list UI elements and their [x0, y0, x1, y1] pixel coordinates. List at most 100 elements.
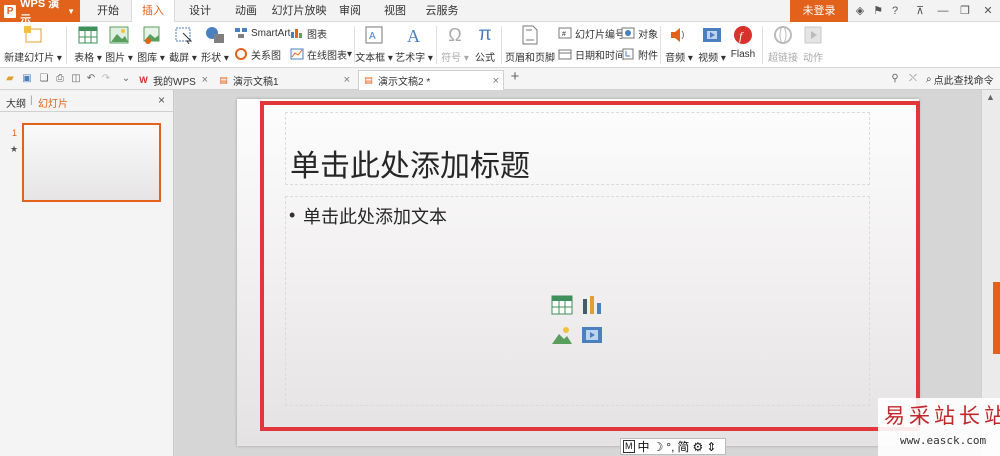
hide-icon[interactable]: ⤬	[906, 72, 920, 86]
attachment-label: 附件	[638, 50, 658, 62]
new-slide-icon	[22, 24, 44, 46]
app-menu-button[interactable]: P WPS 演示 ▼	[0, 0, 80, 26]
minimize-icon[interactable]: —	[935, 3, 951, 19]
doc-tab-mywps[interactable]: W 我的WPS ×	[134, 70, 212, 90]
minimize-ribbon-icon[interactable]: ⊼	[912, 3, 928, 19]
insert-video-icon[interactable]	[581, 325, 603, 345]
feedback-icon[interactable]: ⚑	[870, 3, 886, 19]
image-icon	[108, 24, 130, 46]
input-method-bar[interactable]: M 中 ☽ °, 简 ⚙ ⇕	[620, 438, 726, 455]
video-button[interactable]: 视频 ▾	[697, 24, 727, 66]
tab-insert[interactable]: 插入	[131, 0, 175, 23]
action-button[interactable]: 动作	[800, 24, 826, 66]
close-tab-icon[interactable]: ×	[344, 74, 350, 86]
login-button[interactable]: 未登录	[790, 0, 848, 22]
ime-more-icon[interactable]: ⇕	[706, 440, 716, 454]
new-tab-icon[interactable]: +	[508, 69, 522, 84]
shape-icon	[204, 24, 226, 46]
save-icon[interactable]: ▣	[20, 72, 34, 86]
film-icon	[701, 24, 723, 46]
ime-halfwidth[interactable]: ☽	[653, 440, 664, 454]
relation-button[interactable]: 关系图	[234, 46, 281, 62]
object-button[interactable]: 对象	[621, 25, 658, 41]
print-icon[interactable]: ⎙	[53, 72, 67, 86]
customize-toolbar-icon[interactable]: ⌄	[119, 72, 133, 86]
slide-number-label: 幻灯片编号	[575, 29, 625, 41]
audio-button[interactable]: 音频 ▾	[664, 24, 694, 66]
slide-number-icon: #	[558, 26, 572, 40]
header-footer-button[interactable]: 页眉和页脚	[505, 24, 555, 66]
gallery-label: 图库	[137, 53, 158, 64]
slide-thumbnail[interactable]	[22, 123, 161, 202]
datetime-button[interactable]: 日期和时间	[558, 46, 625, 62]
doc-tab-presentation2[interactable]: ▤ 演示文稿2 * ×	[358, 70, 504, 90]
command-search[interactable]: ⌕ 点此查找命令	[926, 72, 994, 87]
smartart-label: SmartArt	[251, 27, 291, 39]
hyperlink-button[interactable]: 超链接	[767, 24, 799, 66]
textbox-button[interactable]: A 文本框 ▾	[355, 24, 393, 66]
doc-tab-label: 演示文稿2 *	[378, 77, 431, 88]
tab-view[interactable]: 视图	[378, 0, 412, 22]
formula-label: 公式	[475, 53, 495, 64]
wps-logo-icon: P	[4, 4, 17, 18]
tab-slideshow[interactable]: 幻灯片放映	[271, 0, 327, 22]
undo-icon[interactable]: ↶	[84, 72, 98, 86]
smartart-button[interactable]: SmartArt	[234, 25, 290, 41]
wordart-button[interactable]: A 艺术字 ▾	[395, 24, 433, 66]
ime-settings-icon[interactable]: ⚙	[692, 440, 703, 454]
watermark: 易采站长站 www.easck.com	[878, 398, 1000, 456]
output-pdf-icon[interactable]: ❏	[37, 72, 51, 86]
symbol-button[interactable]: Ω 符号 ▾	[440, 24, 470, 66]
image-button[interactable]: 图片 ▾	[104, 24, 134, 66]
close-tab-icon[interactable]: ×	[493, 75, 499, 87]
symbol-label: 符号	[441, 53, 462, 64]
wordart-icon: A	[403, 24, 425, 46]
restore-icon[interactable]: ❐	[957, 3, 973, 19]
pin-icon[interactable]: ⚲	[888, 72, 902, 86]
ime-punct[interactable]: °,	[666, 440, 674, 454]
print-preview-icon[interactable]: ◫	[69, 72, 83, 86]
flash-button[interactable]: f Flash	[729, 24, 757, 66]
close-panel-icon[interactable]: ×	[158, 93, 165, 107]
redo-icon[interactable]: ↷	[99, 72, 113, 86]
online-chart-label: 在线图表	[307, 50, 347, 62]
side-panel-toggle[interactable]	[993, 282, 1000, 354]
scroll-up-icon[interactable]: ▲	[986, 92, 995, 102]
header-footer-label: 页眉和页脚	[505, 53, 555, 64]
close-icon[interactable]: ✕	[980, 3, 996, 19]
skin-icon[interactable]: ◈	[852, 3, 868, 19]
insert-chart-icon[interactable]	[581, 295, 603, 315]
pi-icon: π	[478, 24, 492, 45]
slide-number-button[interactable]: # 幻灯片编号	[558, 25, 625, 41]
online-chart-button[interactable]: 在线图表 ▾	[290, 46, 352, 62]
tab-cloud[interactable]: 云服务	[422, 0, 462, 22]
help-icon[interactable]: ?	[887, 3, 903, 19]
slides-panel: 大纲 | 幻灯片 × 1 ★	[0, 90, 174, 456]
gallery-button[interactable]: 图库 ▾	[136, 24, 166, 66]
command-search-label: 点此查找命令	[933, 76, 994, 87]
table-button[interactable]: 表格 ▾	[72, 24, 104, 66]
insert-picture-icon[interactable]	[551, 325, 573, 345]
ime-mode[interactable]: M	[623, 440, 635, 453]
chart-button[interactable]: 图表	[290, 25, 327, 41]
content-placeholder[interactable]: • 单击此处添加文本	[285, 196, 870, 406]
tab-animation[interactable]: 动画	[226, 0, 266, 22]
title-placeholder[interactable]: 单击此处添加标题	[285, 112, 870, 185]
attachment-button[interactable]: 附件	[621, 46, 658, 62]
ime-simplified[interactable]: 简	[677, 438, 689, 455]
tab-design[interactable]: 设计	[180, 0, 220, 22]
wps-w-icon: W	[139, 75, 148, 85]
doc-tab-presentation1[interactable]: ▤ 演示文稿1 ×	[214, 70, 354, 90]
tab-outline[interactable]: 大纲	[6, 95, 26, 110]
close-tab-icon[interactable]: ×	[202, 74, 208, 86]
open-folder-icon[interactable]: ▰	[3, 72, 17, 86]
insert-table-icon[interactable]	[551, 295, 573, 315]
new-slide-button[interactable]: 新建幻灯片 ▾	[4, 24, 62, 66]
formula-button[interactable]: π 公式	[472, 24, 498, 66]
tab-slides[interactable]: 幻灯片	[38, 95, 68, 110]
tab-start[interactable]: 开始	[88, 0, 128, 22]
tab-review[interactable]: 审阅	[333, 0, 367, 22]
screenshot-button[interactable]: 截屏 ▾	[168, 24, 198, 66]
shape-button[interactable]: 形状 ▾	[200, 24, 230, 66]
ime-chinese[interactable]: 中	[638, 438, 650, 455]
